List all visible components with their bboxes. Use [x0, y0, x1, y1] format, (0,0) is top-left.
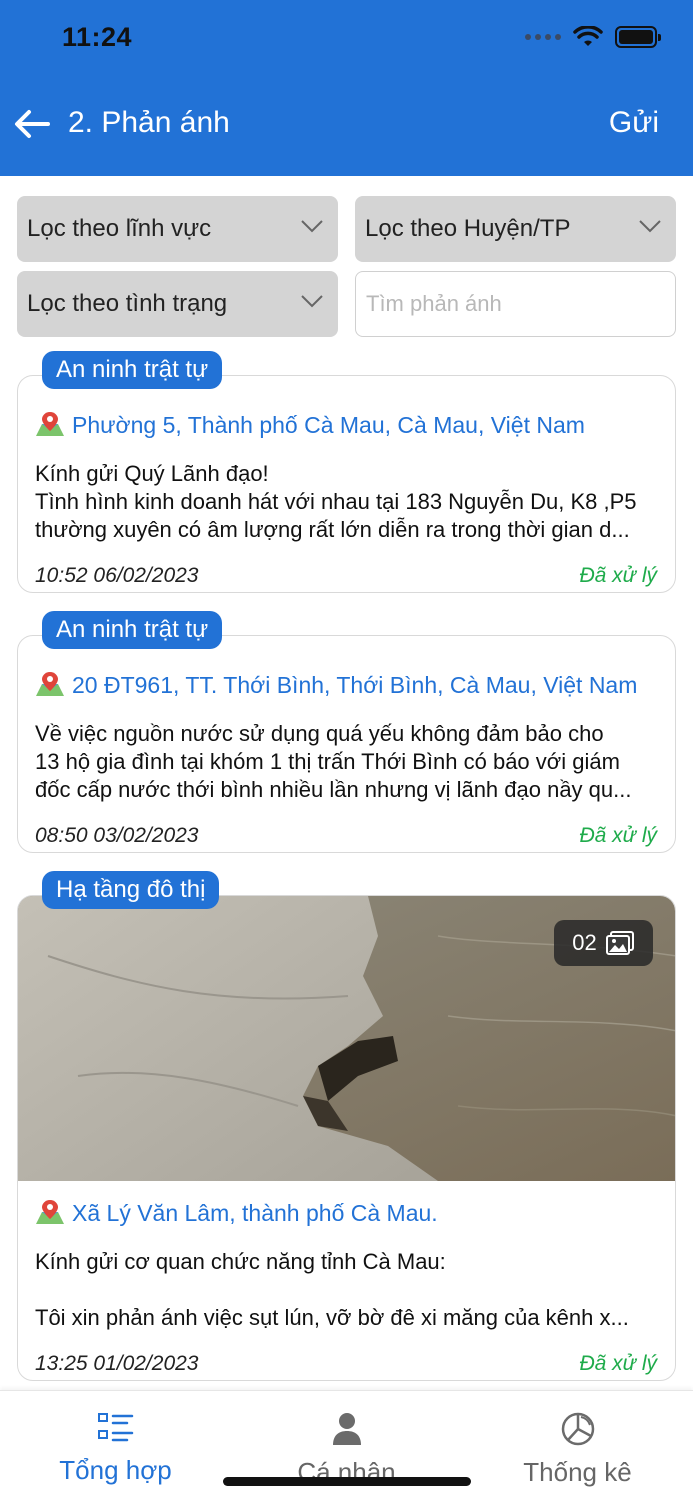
status-icons [525, 26, 661, 48]
location-text: Phường 5, Thành phố Cà Mau, Cà Mau, Việt… [72, 411, 585, 438]
chevron-down-icon [301, 295, 323, 308]
report-time: 10:52 06/02/2023 [35, 564, 199, 587]
category-tag: Hạ tầng đô thị [42, 871, 220, 909]
report-description: Kính gửi cơ quan chức năng tỉnh Cà Mau: … [35, 1248, 655, 1332]
description-line: Về việc nguồn nước sử dụng quá yếu không… [35, 721, 604, 746]
page-title: 2. Phản ánh [68, 106, 230, 139]
report-card[interactable]: 20 ĐT961, TT. Thới Bình, Thới Bình, Cà M… [17, 635, 676, 853]
description-line: 13 hộ gia đình tại khóm 1 thị trấn Thới … [35, 749, 620, 774]
nav-tab-summary[interactable]: Tổng hợp [0, 1391, 231, 1500]
chevron-down-icon [639, 220, 661, 233]
category-tag: An ninh trật tự [42, 611, 223, 649]
report-description: Về việc nguồn nước sử dụng quá yếu không… [35, 720, 655, 804]
chevron-down-icon [301, 220, 323, 233]
wifi-icon [573, 26, 603, 46]
report-photo[interactable]: 02 [18, 896, 675, 1181]
map-pin-icon [36, 1200, 64, 1224]
description-line: thường xuyên có âm lượng rất lớn diễn ra… [35, 517, 630, 542]
report-time: 08:50 03/02/2023 [35, 824, 199, 847]
arrow-left-icon [15, 110, 50, 138]
status-time: 11:24 [62, 22, 133, 52]
report-time: 13:25 01/02/2023 [35, 1352, 199, 1375]
report-location: Xã Lý Văn Lâm, thành phố Cà Mau. [34, 1198, 438, 1228]
description-line: Tình hình kinh doanh hát với nhau tại 18… [35, 489, 637, 514]
pie-chart-icon [561, 1412, 594, 1446]
signal-icon [525, 34, 561, 40]
field-filter-dropdown[interactable]: Lọc theo lĩnh vực [17, 196, 338, 262]
report-card[interactable]: 02 Xã Lý Văn Lâm, thành phố Cà Mau. Kính… [17, 895, 676, 1381]
location-text: 20 ĐT961, TT. Thới Bình, Thới Bình, Cà M… [72, 671, 638, 698]
description-line: Kính gửi cơ quan chức năng tỉnh Cà Mau: [35, 1249, 446, 1274]
report-description: Kính gửi Quý Lãnh đạo! Tình hình kinh do… [35, 460, 655, 544]
field-filter-label: Lọc theo lĩnh vực [27, 215, 212, 242]
map-pin-icon [36, 412, 64, 436]
category-tag: An ninh trật tự [42, 351, 223, 389]
report-card[interactable]: Phường 5, Thành phố Cà Mau, Cà Mau, Việt… [17, 375, 676, 593]
nav-label: Thống kê [523, 1457, 632, 1487]
home-indicator [223, 1477, 471, 1486]
list-icon [97, 1413, 133, 1442]
description-line: đốc cấp nước thới bình nhiều lần nhưng v… [35, 777, 632, 802]
search-input[interactable] [355, 271, 676, 337]
battery-icon [615, 26, 661, 48]
report-location: Phường 5, Thành phố Cà Mau, Cà Mau, Việt… [34, 410, 585, 440]
person-icon [332, 1413, 361, 1445]
map-pin-icon [36, 672, 64, 696]
report-status: Đã xử lý [579, 1352, 658, 1375]
back-button[interactable] [12, 104, 52, 144]
report-location: 20 ĐT961, TT. Thới Bình, Thới Bình, Cà M… [34, 670, 637, 700]
images-icon [605, 931, 634, 955]
status-filter-label: Lọc theo tình trạng [27, 290, 228, 317]
status-filter-dropdown[interactable]: Lọc theo tình trạng [17, 271, 338, 337]
photo-count-badge[interactable]: 02 [554, 920, 653, 966]
description-line: Tôi xin phản ánh việc sụt lún, vỡ bờ đê … [35, 1305, 629, 1330]
photo-count: 02 [572, 930, 597, 955]
location-text: Xã Lý Văn Lâm, thành phố Cà Mau. [72, 1199, 438, 1226]
report-status: Đã xử lý [579, 824, 658, 847]
district-filter-dropdown[interactable]: Lọc theo Huyện/TP [355, 196, 676, 262]
description-line [35, 1276, 655, 1304]
description-line: Kính gửi Quý Lãnh đạo! [35, 461, 269, 486]
send-button[interactable]: Gửi [609, 106, 659, 140]
nav-tab-statistics[interactable]: Thống kê [462, 1391, 693, 1500]
app-screen: 11:24 2. Phản ánh Gửi Lọc theo lĩnh vực … [0, 0, 693, 1500]
report-status: Đã xử lý [579, 564, 658, 587]
nav-label: Tổng hợp [59, 1455, 172, 1485]
district-filter-label: Lọc theo Huyện/TP [365, 215, 571, 242]
app-header: 11:24 2. Phản ánh Gửi [0, 0, 693, 176]
